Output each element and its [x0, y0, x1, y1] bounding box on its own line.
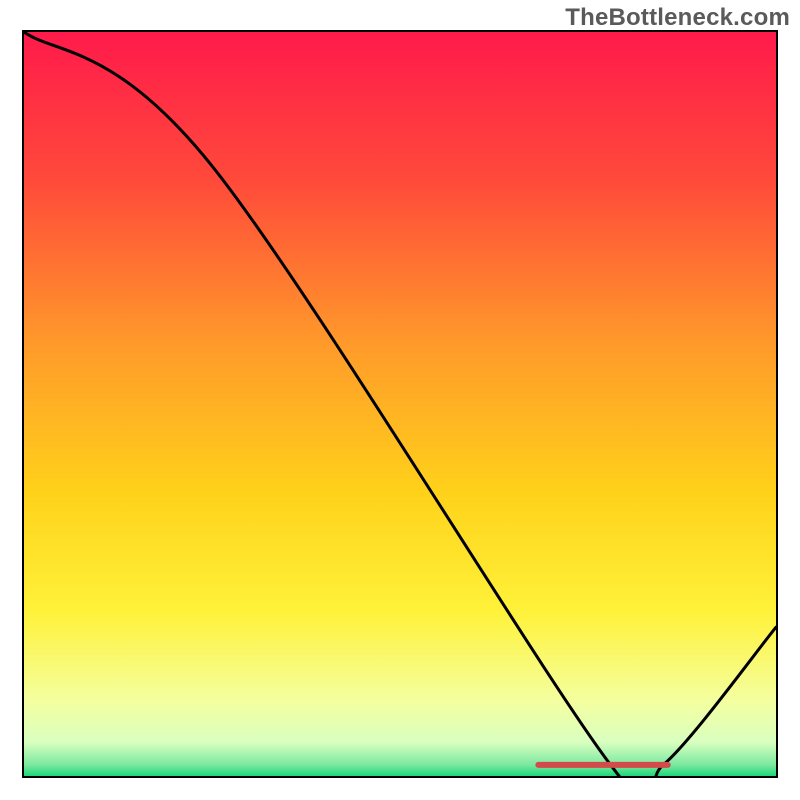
watermark-text: TheBottleneck.com	[565, 4, 790, 32]
plot-area	[22, 30, 778, 778]
chart-frame: TheBottleneck.com	[0, 0, 800, 800]
chart-svg	[24, 32, 776, 776]
optimum-marker	[535, 762, 670, 768]
gradient-backdrop	[24, 32, 776, 776]
